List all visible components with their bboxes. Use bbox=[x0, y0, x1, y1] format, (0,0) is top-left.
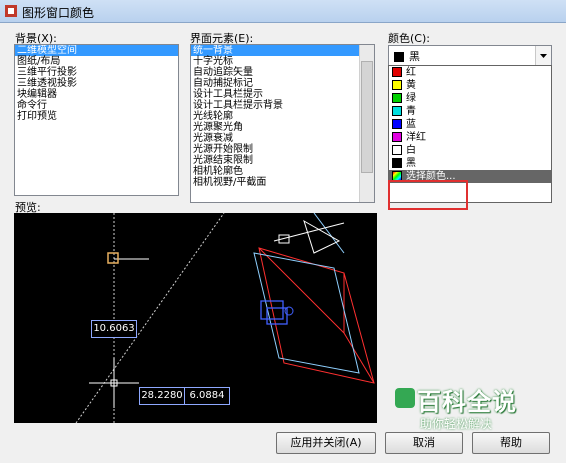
color-option-label: 黑 bbox=[406, 158, 416, 169]
dimension-input-3: 6.0884 bbox=[184, 387, 230, 405]
help-button[interactable]: 帮助 bbox=[472, 432, 550, 454]
highlight-box bbox=[388, 180, 468, 210]
list-item[interactable]: 光源聚光角 bbox=[191, 122, 374, 133]
color-option-label: 黄 bbox=[406, 80, 416, 91]
list-item[interactable]: 光源衰减 bbox=[191, 133, 374, 144]
selected-color-swatch bbox=[394, 50, 408, 63]
window-title: 图形窗口颜色 bbox=[22, 6, 95, 20]
list-item[interactable]: 相机轮廓色 bbox=[191, 166, 374, 177]
list-item[interactable]: 自动捕捉标记 bbox=[191, 78, 374, 89]
color-option-label: 白 bbox=[406, 145, 416, 156]
color-option-label: 洋红 bbox=[406, 132, 426, 143]
watermark-title: 百科全说 bbox=[417, 388, 517, 416]
color-option[interactable]: 青 bbox=[389, 105, 551, 118]
cancel-button[interactable]: 取消 bbox=[385, 432, 463, 454]
list-item[interactable]: 块编辑器 bbox=[15, 89, 178, 100]
list-item[interactable]: 命令行 bbox=[15, 100, 178, 111]
list-item[interactable]: 十字光标 bbox=[191, 56, 374, 67]
color-swatch bbox=[392, 80, 402, 90]
list-item[interactable]: 光源结束限制 bbox=[191, 155, 374, 166]
color-option[interactable]: 白 bbox=[389, 144, 551, 157]
list-item[interactable]: 二维模型空间 bbox=[15, 45, 178, 56]
color-option-label: 绿 bbox=[406, 93, 416, 104]
list-item[interactable]: 光源开始限制 bbox=[191, 144, 374, 155]
scrollbar-thumb[interactable] bbox=[361, 61, 373, 173]
dimension-input-2: 28.2280 bbox=[139, 387, 185, 405]
color-option[interactable]: 洋红 bbox=[389, 131, 551, 144]
list-item[interactable]: 设计工具栏提示背景 bbox=[191, 100, 374, 111]
list-item[interactable]: 图纸/布局 bbox=[15, 56, 178, 67]
list-item[interactable]: 统一背景 bbox=[191, 45, 374, 56]
context-list[interactable]: 二维模型空间 图纸/布局 三维平行投影 三维透视投影 块编辑器 命令行 打印预览 bbox=[14, 44, 179, 196]
color-select[interactable]: 黑 bbox=[388, 45, 552, 66]
watermark-logo-icon bbox=[395, 388, 415, 408]
list-item[interactable]: 相机视野/平截面 bbox=[191, 177, 374, 188]
color-option-label: 红 bbox=[406, 67, 416, 78]
list-item[interactable]: 打印预览 bbox=[15, 111, 178, 122]
color-swatch bbox=[392, 93, 402, 103]
color-swatch bbox=[392, 106, 402, 116]
color-option[interactable]: 红 bbox=[389, 66, 551, 79]
list-item[interactable]: 设计工具栏提示 bbox=[191, 89, 374, 100]
autocad-window-icon bbox=[5, 5, 17, 17]
color-swatch bbox=[392, 132, 402, 142]
preview-canvas: 10.6063 28.2280 6.0884 bbox=[14, 213, 377, 423]
list-item[interactable]: 光线轮廓 bbox=[191, 111, 374, 122]
color-swatch bbox=[392, 67, 402, 77]
chevron-down-icon[interactable] bbox=[535, 46, 551, 65]
interface-element-scrollbar[interactable] bbox=[359, 45, 374, 202]
list-item[interactable]: 三维平行投影 bbox=[15, 67, 178, 78]
list-item[interactable]: 自动追踪矢量 bbox=[191, 67, 374, 78]
apply-close-button[interactable]: 应用并关闭(A) bbox=[276, 432, 376, 454]
dimension-input-1: 10.6063 bbox=[91, 320, 137, 338]
selected-color-value: 黑 bbox=[409, 50, 420, 63]
interface-element-list[interactable]: 统一背景 十字光标 自动追踪矢量 自动捕捉标记 设计工具栏提示 设计工具栏提示背景 光线轮廓… bbox=[190, 44, 375, 203]
title-bar: 图形窗口颜色 bbox=[0, 0, 566, 23]
list-item[interactable]: 三维透视投影 bbox=[15, 78, 178, 89]
watermark: 百科全说 助你轻松解决 bbox=[395, 382, 525, 438]
color-option[interactable]: 黑 bbox=[389, 157, 551, 170]
color-label: 颜色(C): bbox=[388, 32, 430, 45]
color-swatch bbox=[392, 119, 402, 129]
watermark-subtitle: 助你轻松解决 bbox=[420, 417, 493, 431]
color-option[interactable]: 黄 bbox=[389, 79, 551, 92]
color-option[interactable]: 蓝 bbox=[389, 118, 551, 131]
color-swatch bbox=[392, 145, 402, 155]
color-option-label: 蓝 bbox=[406, 119, 416, 130]
color-option-label: 青 bbox=[406, 106, 416, 117]
color-option[interactable]: 绿 bbox=[389, 92, 551, 105]
color-swatch bbox=[392, 158, 402, 168]
